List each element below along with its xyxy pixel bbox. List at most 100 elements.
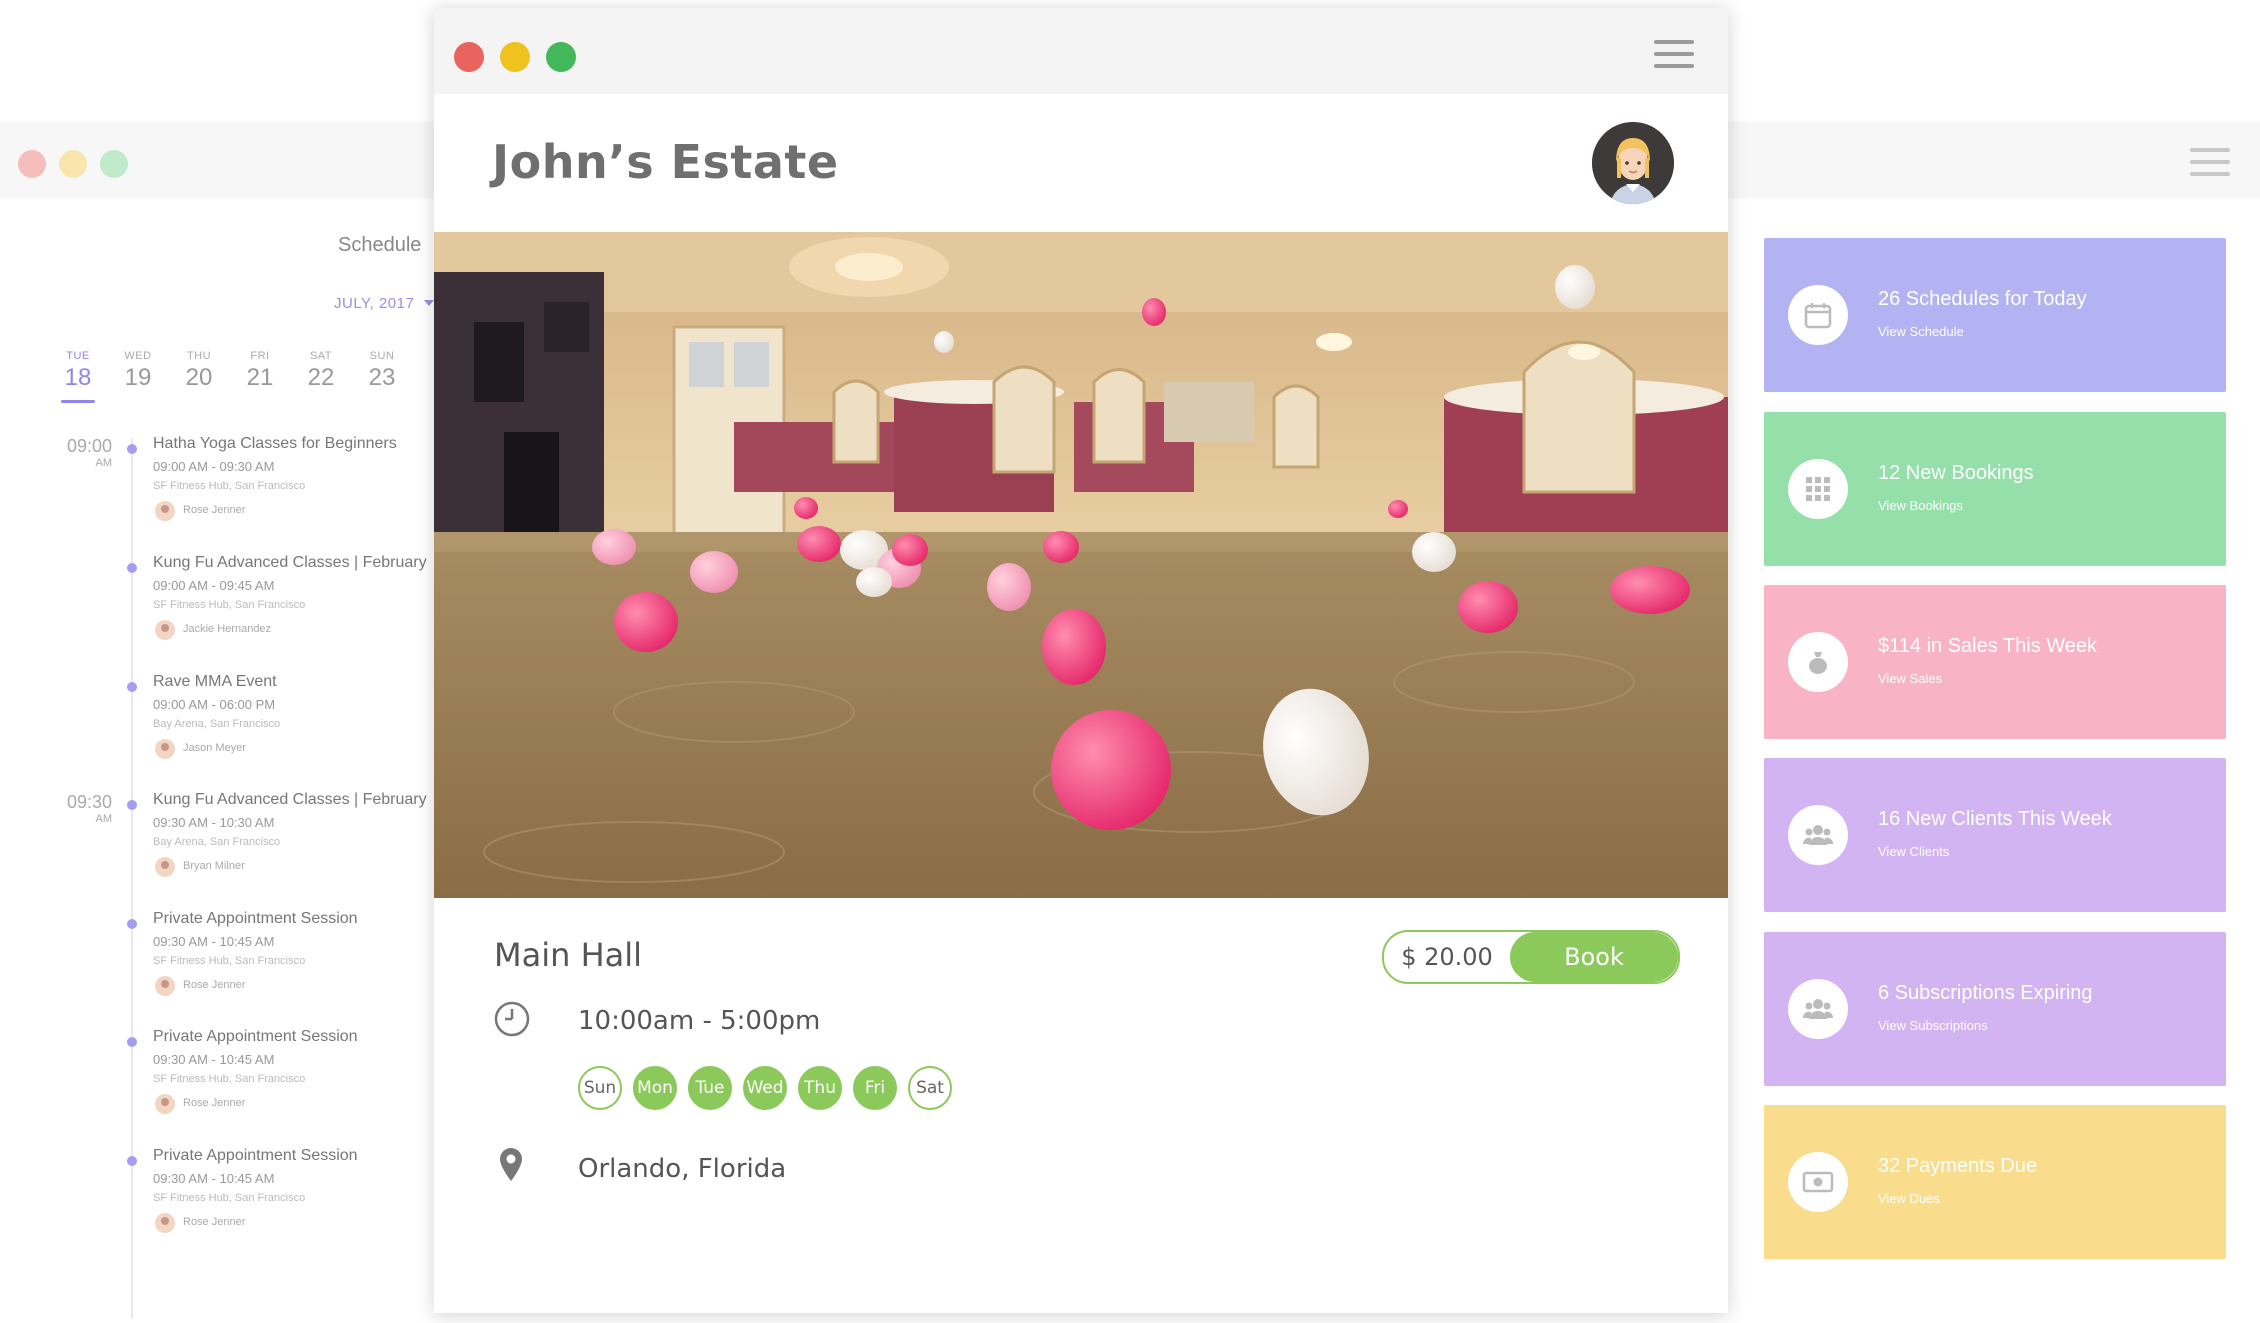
event-location: SF Fitness Hub, San Francisco [153,955,306,967]
event-bullet [127,444,137,454]
stat-link[interactable]: View Subscriptions [1878,1018,1988,1033]
time-value: 09:30 [66,792,112,812]
maximize-button[interactable] [546,42,576,72]
available-days: Sun Mon Tue Wed Thu Fri Sat [578,1066,952,1110]
day-tab-sat[interactable]: SAT 22 [296,350,346,392]
stat-card-payments[interactable]: 32 Payments Due View Dues [1764,1105,2226,1259]
event-bullet [127,1156,137,1166]
day-date: 22 [307,364,335,391]
event-location: SF Fitness Hub, San Francisco [153,1073,306,1085]
day-pill-sat[interactable]: Sat [908,1066,952,1110]
venue-location: Orlando, Florida [578,1154,787,1184]
stat-link[interactable]: View Dues [1878,1191,1940,1206]
price-book-control: $ 20.00 Book [1382,930,1680,984]
chevron-down-icon[interactable] [424,300,434,306]
day-tab-fri[interactable]: FRI 21 [235,350,285,392]
day-tab-wed[interactable]: WED 19 [113,350,163,392]
event-bullet [127,1037,137,1047]
event-bullet [127,800,137,810]
close-button[interactable] [454,42,484,72]
avatar [155,501,175,521]
hall-name: Main Hall [494,936,643,974]
day-date: 23 [368,364,396,391]
day-pill-sun[interactable]: Sun [578,1066,622,1110]
day-pill-wed[interactable]: Wed [743,1066,787,1110]
stat-card-schedules[interactable]: 26 Schedules for Today View Schedule [1764,238,2226,392]
schedule-event[interactable]: Kung Fu Advanced Classes | February 09:0… [125,554,435,664]
stat-card-clients[interactable]: 16 New Clients This Week View Clients [1764,758,2226,912]
day-pill-mon[interactable]: Mon [633,1066,677,1110]
active-day-indicator [61,400,95,403]
stat-link[interactable]: View Sales [1878,671,1942,686]
day-name: SAT [309,350,333,362]
calendar-icon [1788,285,1848,345]
venue-window: John’s Estate Main Hall $ 20.00 Book 10:… [434,8,1728,1313]
day-name: TUE [66,350,90,362]
event-title: Kung Fu Advanced Classes | February [153,554,427,571]
day-name: THU [186,350,212,362]
event-location: Bay Arena, San Francisco [153,718,281,730]
event-title: Private Appointment Session [153,1147,358,1164]
stat-card-subscriptions[interactable]: 6 Subscriptions Expiring View Subscripti… [1764,932,2226,1086]
stat-title: $114 in Sales This Week [1878,635,2098,657]
avatar [155,976,175,996]
event-location: SF Fitness Hub, San Francisco [153,480,306,492]
time-ampm: AM [95,813,113,825]
day-date: 21 [246,364,274,391]
event-time: 09:00 AM - 09:30 AM [153,459,275,474]
day-pill-fri[interactable]: Fri [853,1066,897,1110]
venue-photo [434,232,1728,898]
day-tab-sun[interactable]: SUN 23 [357,350,407,392]
time-label: 09:00 AM [58,436,112,469]
day-pill-thu[interactable]: Thu [798,1066,842,1110]
event-title: Private Appointment Session [153,1028,358,1045]
back-menu-icon[interactable] [2190,148,2230,176]
event-person: Rose Jenner [183,1097,246,1109]
event-title: Hatha Yoga Classes for Beginners [153,435,397,452]
event-person: Jackie Hernandez [183,623,272,635]
event-person: Bryan Milner [183,860,245,872]
stat-card-bookings[interactable]: 12 New Bookings View Bookings [1764,412,2226,566]
time-label: 09:30 AM [58,792,112,825]
event-location: SF Fitness Hub, San Francisco [153,1192,306,1204]
day-date: 18 [64,364,92,391]
schedule-panel: Schedule JULY, 2017 TUE 18 WED 19 THU 20… [0,122,434,1323]
schedule-event[interactable]: Hatha Yoga Classes for Beginners 09:00 A… [125,435,435,545]
avatar [155,620,175,640]
day-name: SUN [369,350,395,362]
opening-hours: 10:00am - 5:00pm [578,1006,821,1036]
event-time: 09:00 AM - 09:45 AM [153,578,275,593]
menu-icon[interactable] [1654,40,1694,68]
event-person: Rose Jenner [183,1216,246,1228]
stat-link[interactable]: View Clients [1878,844,1949,859]
stat-title: 16 New Clients This Week [1878,808,2112,830]
event-person: Rose Jenner [183,979,246,991]
day-tab-thu[interactable]: THU 20 [174,350,224,392]
book-button[interactable]: Book [1510,932,1678,982]
event-location: Bay Arena, San Francisco [153,836,281,848]
event-title: Kung Fu Advanced Classes | February [153,791,427,808]
schedule-event[interactable]: Private Appointment Session 09:30 AM - 1… [125,910,435,1020]
schedule-event[interactable]: Private Appointment Session 09:30 AM - 1… [125,1028,435,1138]
event-location: SF Fitness Hub, San Francisco [153,599,306,611]
avatar[interactable] [1592,122,1674,204]
day-tab-tue[interactable]: TUE 18 [53,350,103,392]
event-bullet [127,919,137,929]
stat-title: 32 Payments Due [1878,1155,2037,1177]
event-title: Rave MMA Event [153,673,277,690]
stat-title: 12 New Bookings [1878,462,2034,484]
event-person: Rose Jenner [183,504,246,516]
users-icon [1788,979,1848,1039]
stat-card-sales[interactable]: $114 in Sales This Week View Sales [1764,585,2226,739]
event-bullet [127,563,137,573]
schedule-event[interactable]: Rave MMA Event 09:00 AM - 06:00 PM Bay A… [125,673,435,783]
stat-link[interactable]: View Bookings [1878,498,1963,513]
day-pill-tue[interactable]: Tue [688,1066,732,1110]
month-selector[interactable]: JULY, 2017 [334,295,414,312]
location-pin-icon [497,1146,525,1189]
grid-icon [1788,459,1848,519]
schedule-event[interactable]: Private Appointment Session 09:30 AM - 1… [125,1147,435,1257]
stat-link[interactable]: View Schedule [1878,324,1964,339]
minimize-button[interactable] [500,42,530,72]
schedule-event[interactable]: Kung Fu Advanced Classes | February 09:3… [125,791,435,901]
